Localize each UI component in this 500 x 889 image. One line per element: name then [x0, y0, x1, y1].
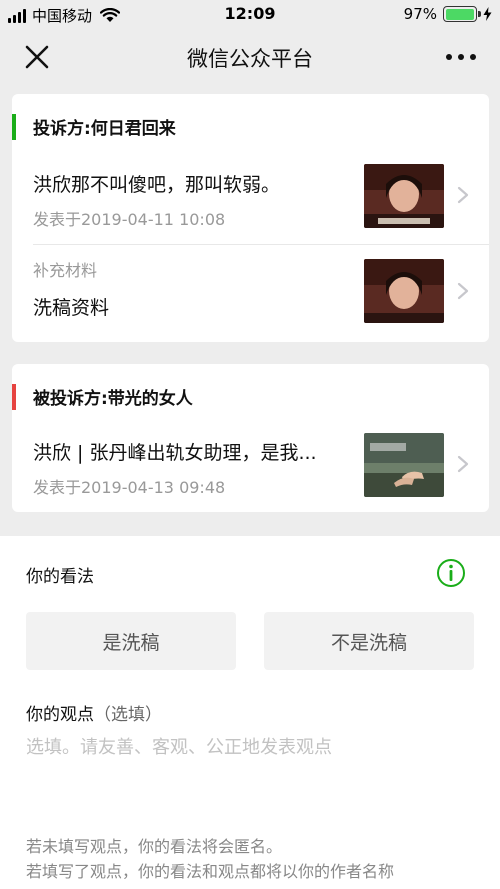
- complainant-card: 投诉方:何日君回来 洪欣那不叫傻吧，那叫软弱。 发表于2019-04-11 10…: [12, 94, 489, 342]
- complainant-header: 投诉方:何日君回来: [12, 94, 489, 146]
- respondent-accent-bar: [12, 384, 16, 410]
- dot-icon: [446, 54, 452, 60]
- supplement-title: 洗稿资料: [33, 297, 110, 319]
- respondent-card: 被投诉方:带光的女人 洪欣 | 张丹峰出轨女助理，是我... 发表于2019-0…: [12, 364, 489, 512]
- battery-icon: [443, 6, 481, 22]
- note-line: 若填写了观点，你的看法和观点都将以你的作者名称: [26, 862, 395, 881]
- opinion-label: 你的看法: [26, 567, 94, 587]
- page-title: 微信公众平台: [187, 47, 313, 71]
- article-date: 发表于2019-04-11 10:08: [33, 210, 226, 229]
- dot-icon: [470, 54, 476, 60]
- supplement-thumbnail: [364, 259, 444, 323]
- article-title: 洪欣 | 张丹峰出轨女助理，是我...: [33, 442, 317, 464]
- viewpoint-label: 你的观点（选填）: [26, 700, 162, 725]
- supplement-item[interactable]: 补充材料 洗稿资料: [12, 245, 489, 342]
- supplement-label: 补充材料: [33, 261, 98, 280]
- viewpoint-optional-tag: （选填）: [94, 705, 162, 725]
- status-bar: 中国移动 12:09 97%: [0, 0, 500, 30]
- note-line: 若未填写观点，你的看法将会匿名。: [26, 837, 283, 856]
- battery-fill: [445, 8, 474, 20]
- more-icon[interactable]: [446, 44, 476, 70]
- nav-bar: 微信公众平台: [0, 30, 500, 84]
- complainant-accent-bar: [12, 114, 16, 140]
- status-right: 97%: [404, 5, 492, 23]
- chevron-right-icon: [457, 186, 469, 204]
- not-plagiarism-button[interactable]: 不是洗稿: [264, 612, 474, 670]
- article-date: 发表于2019-04-13 09:48: [33, 478, 226, 497]
- respondent-article[interactable]: 洪欣 | 张丹峰出轨女助理，是我... 发表于2019-04-13 09:48: [12, 416, 489, 512]
- charging-icon: [483, 7, 492, 21]
- battery-percent: 97%: [403, 5, 437, 23]
- chevron-right-icon: [457, 455, 469, 473]
- chevron-right-icon: [457, 282, 469, 300]
- respondent-label: 被投诉方:带光的女人: [33, 389, 193, 409]
- complainant-article[interactable]: 洪欣那不叫傻吧，那叫软弱。 发表于2019-04-11 10:08: [12, 146, 489, 244]
- article-thumbnail: [364, 433, 444, 497]
- respondent-header: 被投诉方:带光的女人: [12, 364, 489, 416]
- anonymity-notes: 若未填写观点，你的看法将会匿名。 若填写了观点，你的看法和观点都将以你的作者名称: [26, 834, 394, 884]
- article-thumbnail: [364, 164, 444, 228]
- viewpoint-input[interactable]: [26, 732, 476, 762]
- opinion-panel: 你的看法 是洗稿 不是洗稿 你的观点（选填） 若未填写观点，你的看法将会匿名。 …: [0, 536, 500, 889]
- article-title: 洪欣那不叫傻吧，那叫软弱。: [33, 174, 281, 196]
- complainant-label: 投诉方:何日君回来: [33, 119, 176, 139]
- dot-icon: [458, 54, 464, 60]
- viewpoint-label-text: 你的观点: [26, 705, 94, 725]
- info-icon[interactable]: [436, 558, 466, 588]
- is-plagiarism-button[interactable]: 是洗稿: [26, 612, 236, 670]
